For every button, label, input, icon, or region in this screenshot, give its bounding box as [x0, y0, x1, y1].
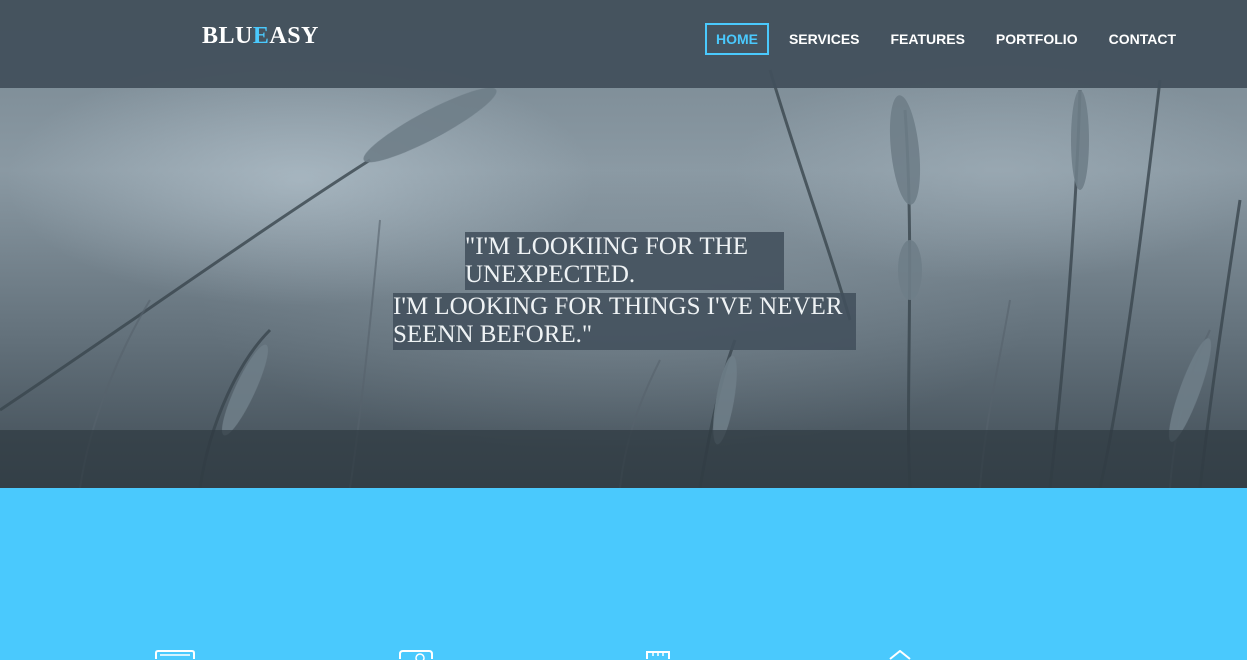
nav-home-link[interactable]: HOME [704, 23, 769, 55]
hero-quote-line-1: "I'M LOOKIING FOR THE UNEXPECTED. [465, 232, 784, 290]
brand-logo[interactable]: BLUEASY [202, 22, 319, 50]
nav-portfolio-link[interactable]: PORTFOLIO [985, 23, 1089, 55]
brand-accent-letter: E [252, 23, 270, 49]
main-nav: HOME SERVICES FEATURES PORTFOLIO CONTACT [696, 23, 1187, 55]
calendar-icon [646, 651, 670, 659]
hero-quote-line-2: I'M LOOKING FOR THINGS I'VE NEVER SEENN … [393, 293, 856, 350]
home-icon [889, 650, 911, 660]
nav-services-link[interactable]: SERVICES [778, 23, 871, 55]
camera-icon [399, 650, 433, 660]
monitor-icon [155, 650, 195, 659]
brand-suffix: ASY [269, 23, 319, 49]
nav-features-link[interactable]: FEATURES [880, 23, 976, 55]
brand-prefix: BLU [202, 23, 253, 49]
top-navbar: BLUEASY HOME SERVICES FEATURES PORTFOLIO… [0, 0, 1247, 88]
nav-contact-link[interactable]: CONTACT [1098, 23, 1187, 55]
services-section [0, 488, 1247, 657]
